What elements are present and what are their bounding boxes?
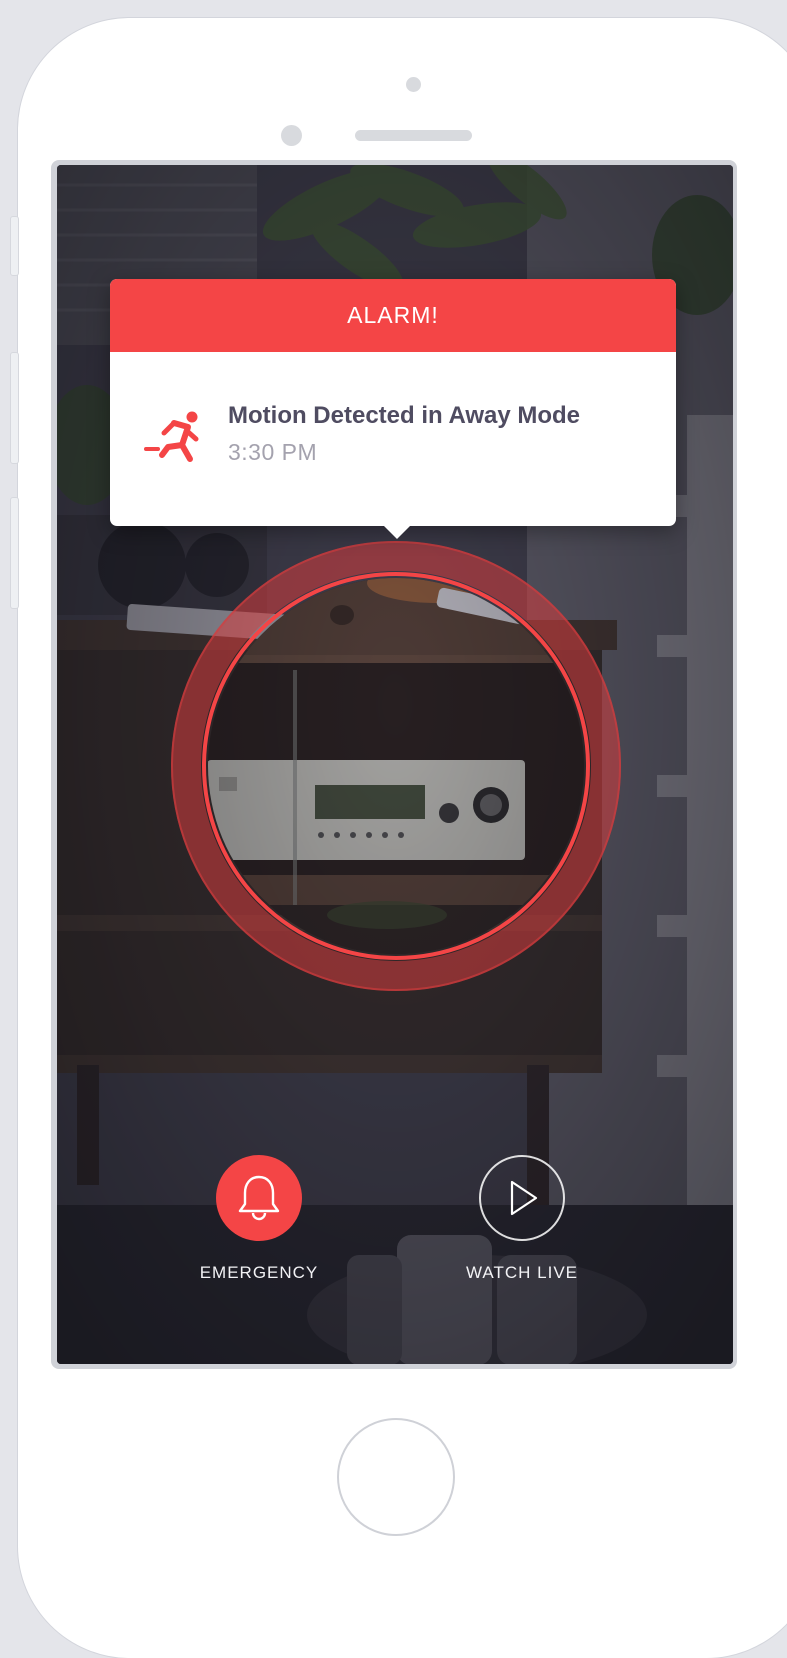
home-button[interactable] xyxy=(337,1418,455,1536)
play-icon xyxy=(510,1180,538,1216)
mute-switch xyxy=(10,216,19,276)
bell-icon xyxy=(238,1175,280,1221)
alarm-timestamp: 3:30 PM xyxy=(228,439,318,465)
watch-live-button[interactable]: WATCH LIVE xyxy=(442,1155,602,1283)
watch-live-button-circle[interactable] xyxy=(479,1155,565,1241)
alarm-notification-card[interactable]: ALARM! Motion Detected in Away Mode 3:30… xyxy=(110,279,676,539)
watch-live-label: WATCH LIVE xyxy=(465,1263,578,1282)
emergency-button-circle[interactable] xyxy=(216,1155,302,1241)
volume-up-button xyxy=(10,352,19,464)
front-camera xyxy=(406,77,421,92)
emergency-button[interactable]: EMERGENCY xyxy=(179,1155,339,1283)
earpiece-speaker xyxy=(355,130,472,141)
volume-down-button xyxy=(10,497,19,609)
alarm-title: Motion Detected in Away Mode xyxy=(228,402,581,429)
emergency-label: EMERGENCY xyxy=(199,1263,319,1282)
card-pointer xyxy=(383,525,411,539)
running-person-icon xyxy=(144,411,199,462)
alarm-header: ALARM! xyxy=(110,279,676,352)
camera-screen: ALARM! Motion Detected in Away Mode 3:30… xyxy=(57,165,733,1364)
proximity-sensor xyxy=(281,125,302,146)
